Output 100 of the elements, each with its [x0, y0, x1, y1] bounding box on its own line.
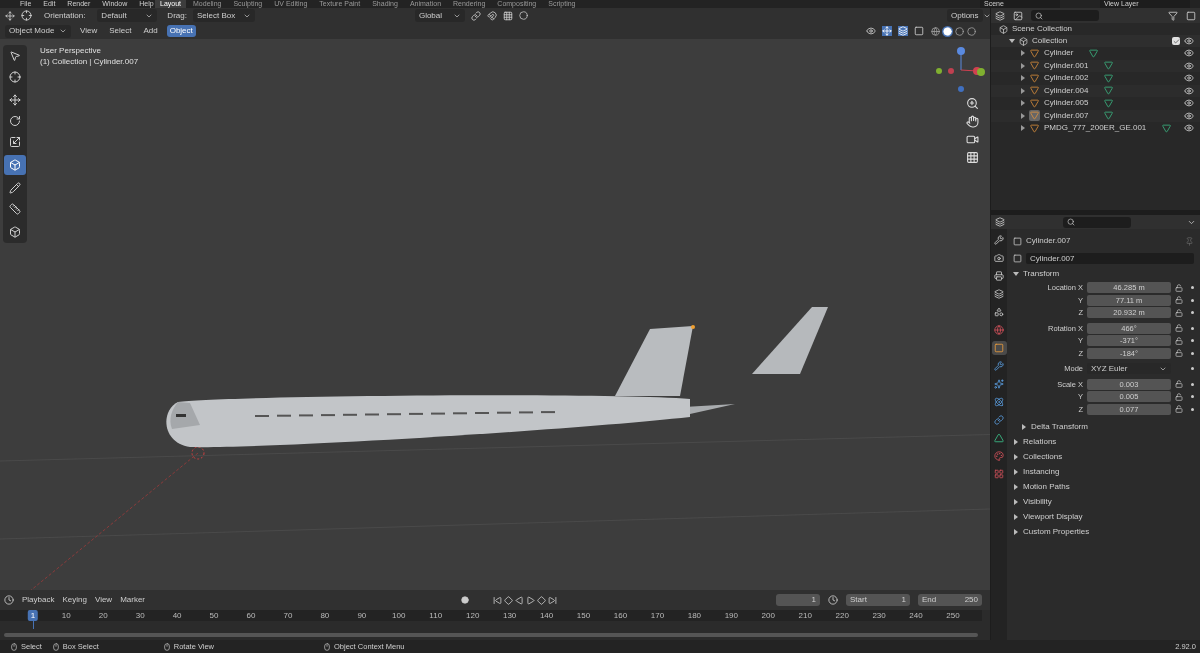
panel-title[interactable]: Delta Transform	[1031, 420, 1088, 433]
lock-icon[interactable]	[1175, 349, 1183, 358]
material-tab[interactable]	[991, 449, 1007, 463]
lock-icon[interactable]	[1175, 336, 1183, 345]
hand-icon[interactable]	[966, 115, 979, 128]
eye-icon[interactable]	[1184, 123, 1194, 134]
panel-title[interactable]: Motion Paths	[1023, 480, 1070, 493]
rendered-shading-icon[interactable]	[966, 25, 977, 37]
particles-tab[interactable]	[991, 377, 1007, 391]
lock-icon[interactable]	[1175, 324, 1183, 333]
lock-icon[interactable]	[1175, 283, 1183, 292]
lock-icon[interactable]	[1175, 380, 1183, 389]
render-tab[interactable]	[991, 251, 1007, 265]
expand-arrow-icon[interactable]	[1013, 272, 1019, 276]
keyframe-back-icon[interactable]	[504, 595, 514, 605]
expand-arrow-icon[interactable]	[1014, 513, 1018, 520]
play-icon[interactable]	[526, 595, 536, 605]
visibility-icon[interactable]	[866, 26, 876, 36]
mode-dropdown[interactable]: XYZ Euler	[1087, 363, 1171, 375]
filter-icon[interactable]	[1168, 10, 1178, 21]
playhead[interactable]: 1	[27, 610, 39, 621]
expand-arrow-icon[interactable]	[1014, 528, 1018, 535]
header-menu[interactable]: Add	[140, 25, 161, 37]
camera-icon[interactable]	[966, 133, 979, 146]
outliner-item[interactable]: PMDG_777_200ER_GE.001	[1044, 122, 1147, 135]
start-field[interactable]: Start 1	[846, 594, 910, 606]
tool-tab[interactable]	[991, 233, 1007, 247]
grid-icon[interactable]	[966, 151, 979, 164]
outliner-item[interactable]: Cylinder.005	[1044, 97, 1089, 110]
eye-icon[interactable]	[1184, 73, 1194, 84]
zoom-icon[interactable]	[966, 97, 979, 110]
xray-icon[interactable]	[914, 26, 924, 36]
modifier-tab[interactable]	[991, 359, 1007, 373]
expand-arrow-icon[interactable]	[1009, 39, 1015, 43]
outliner-item[interactable]: Cylinder	[1044, 47, 1074, 60]
search-field[interactable]	[1063, 216, 1131, 228]
panel-title[interactable]: Visibility	[1023, 495, 1052, 508]
view-layer-tab[interactable]	[991, 287, 1007, 301]
new-collection-icon[interactable]	[1186, 10, 1196, 21]
magnet-icon[interactable]	[486, 10, 497, 21]
clock-icon[interactable]	[4, 595, 14, 605]
timeline-menu[interactable]: Playback	[22, 594, 55, 606]
transform-orientation-dropdown[interactable]: Global	[414, 9, 465, 22]
editor-type-icon[interactable]	[995, 217, 1005, 227]
end-field[interactable]: End 250	[918, 594, 982, 606]
lock-icon[interactable]	[1175, 405, 1183, 414]
eye-icon[interactable]	[1184, 98, 1194, 109]
drag-dropdown[interactable]: Select Box	[192, 9, 255, 22]
expand-arrow-icon[interactable]	[1022, 423, 1026, 430]
navigation-gizmo[interactable]	[933, 45, 985, 95]
snap-icon[interactable]	[502, 10, 513, 21]
constraints-tab[interactable]	[991, 413, 1007, 427]
wireframe-shading-icon[interactable]	[930, 25, 941, 37]
pivot-icon[interactable]	[21, 10, 32, 21]
play-reverse-icon[interactable]	[515, 595, 525, 605]
checkbox[interactable]	[1172, 37, 1180, 45]
expand-arrow-icon[interactable]	[1014, 453, 1018, 460]
search-field[interactable]	[1031, 10, 1099, 21]
timeline-menu[interactable]: Keying	[62, 594, 87, 606]
timeline-scrollbar[interactable]	[4, 633, 978, 637]
skip-end-icon[interactable]	[548, 595, 558, 605]
timeline-menu[interactable]: Marker	[120, 594, 146, 606]
eye-icon[interactable]	[1184, 85, 1194, 96]
data-tab[interactable]	[991, 431, 1007, 445]
display-mode-icon[interactable]	[1013, 10, 1023, 21]
keyframe-next-icon[interactable]	[537, 595, 547, 605]
mode-dropdown[interactable]: Object Mode	[5, 24, 71, 38]
material-shading-icon[interactable]	[954, 25, 965, 37]
record-icon[interactable]	[461, 596, 470, 604]
panel-title[interactable]: Transform	[1023, 268, 1060, 280]
expand-arrow-icon[interactable]	[1014, 438, 1018, 445]
proportional-icon[interactable]	[518, 11, 528, 20]
orientation-dropdown[interactable]: Default	[97, 9, 158, 22]
output-tab[interactable]	[991, 269, 1007, 283]
header-menu[interactable]: View	[77, 25, 101, 37]
eye-icon[interactable]	[1184, 110, 1194, 121]
lock-icon[interactable]	[1175, 308, 1183, 317]
eye-icon[interactable]	[1184, 36, 1194, 46]
timeline-menu[interactable]: View	[94, 594, 113, 606]
lock-icon[interactable]	[1175, 392, 1183, 401]
overlays-icon[interactable]	[898, 26, 908, 36]
world-tab[interactable]	[991, 323, 1007, 337]
lock-icon[interactable]	[1175, 296, 1183, 305]
object-name-field[interactable]: Cylinder.007	[1026, 252, 1194, 264]
editor-type-icon[interactable]	[5, 10, 15, 21]
transform-icon[interactable]	[4, 155, 26, 175]
expand-arrow-icon[interactable]	[1014, 483, 1018, 490]
expand-arrow-icon[interactable]	[1014, 468, 1018, 475]
expand-arrow-icon[interactable]	[1014, 498, 1018, 505]
eye-icon[interactable]	[1184, 60, 1194, 71]
panel-title[interactable]: Collections	[1023, 450, 1063, 463]
stopwatch-icon[interactable]	[828, 595, 838, 605]
panel-title[interactable]: Viewport Display	[1023, 510, 1083, 523]
current-frame-field[interactable]: 1	[776, 594, 820, 606]
object-tab[interactable]	[991, 341, 1007, 355]
solid-shading-icon[interactable]	[942, 25, 953, 37]
outliner-icon[interactable]	[995, 10, 1005, 21]
header-menu[interactable]: Select	[106, 25, 135, 37]
gizmo-icon[interactable]	[882, 26, 892, 36]
outliner-item[interactable]: Cylinder.002	[1044, 72, 1089, 85]
